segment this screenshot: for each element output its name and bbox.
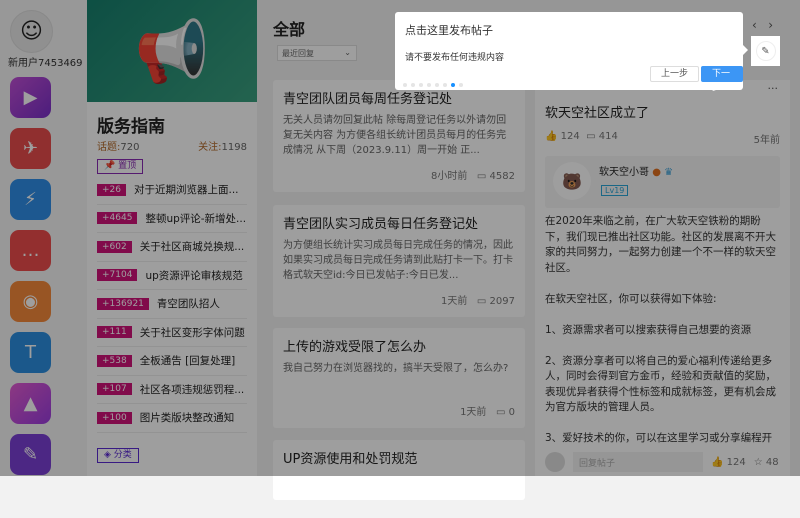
step-dot — [443, 83, 447, 87]
tour-description: 请不要发布任何违规内容 — [405, 53, 505, 63]
next-step-button[interactable]: 下一步 — [701, 66, 743, 93]
prev-step-button[interactable]: 上一步 — [650, 66, 700, 82]
post-excerpt — [283, 473, 515, 518]
step-dot — [403, 83, 407, 87]
step-dot — [451, 83, 455, 87]
tour-popover: 点击这里发布帖子 请不要发布任何违规内容 上一步 下一步 — [395, 12, 748, 93]
tour-steps — [403, 72, 467, 91]
tour-title: 点击这里发布帖子 — [405, 24, 493, 37]
step-dot — [419, 83, 423, 87]
step-dot — [411, 83, 415, 87]
edit-icon: ✎ — [755, 41, 776, 61]
step-dot — [459, 83, 463, 87]
step-dot — [435, 83, 439, 87]
step-dot — [427, 83, 431, 87]
new-post-button[interactable]: ✎ — [751, 36, 780, 66]
